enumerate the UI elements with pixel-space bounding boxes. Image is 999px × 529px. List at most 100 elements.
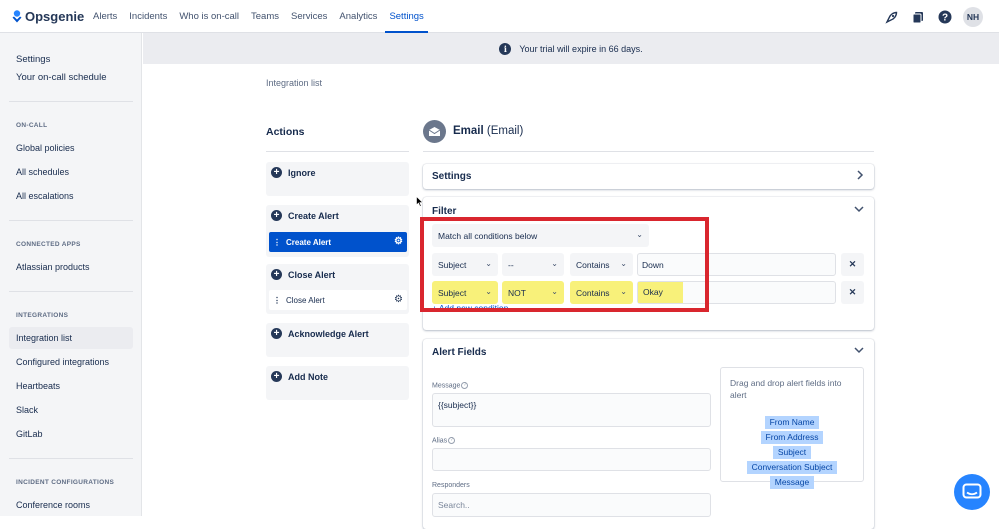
actions-divider bbox=[266, 151, 409, 152]
field-tag-from-name[interactable]: From Name bbox=[764, 416, 820, 429]
add-circle-icon: + bbox=[271, 269, 282, 280]
action-selected-close-alert[interactable]: ⋮ Close Alert ⚙ bbox=[269, 290, 407, 310]
sidebar-divider bbox=[9, 291, 133, 292]
alias-label: Alias? bbox=[432, 437, 456, 445]
help-icon[interactable]: ? bbox=[936, 8, 954, 26]
action-selected-create-alert[interactable]: ⋮ Create Alert ⚙ bbox=[269, 232, 407, 252]
user-avatar[interactable]: NH bbox=[963, 7, 983, 27]
sidebar-section-connected-apps: CONNECTED APPS bbox=[16, 241, 81, 248]
nav-incidents[interactable]: Incidents bbox=[123, 0, 173, 33]
nav-settings[interactable]: Settings bbox=[383, 0, 429, 33]
sidebar-item-slack[interactable]: Slack bbox=[16, 405, 38, 415]
nav-services[interactable]: Services bbox=[285, 0, 333, 33]
sidebar-divider bbox=[9, 220, 133, 221]
svg-text:?: ? bbox=[942, 13, 948, 24]
integration-divider bbox=[423, 151, 874, 152]
sidebar-divider bbox=[9, 101, 133, 102]
action-card-ignore[interactable]: + Ignore bbox=[266, 162, 409, 196]
mouse-cursor-icon bbox=[416, 196, 424, 207]
nav-links: Alerts Incidents Who is on-call Teams Se… bbox=[87, 0, 430, 33]
message-label: Message? bbox=[432, 382, 469, 390]
docs-icon[interactable] bbox=[909, 8, 927, 26]
chevron-down-icon[interactable] bbox=[854, 346, 864, 357]
sidebar-item-global-policies[interactable]: Global policies bbox=[16, 143, 75, 153]
sidebar-section-incident-configurations: INCIDENT CONFIGURATIONS bbox=[16, 479, 115, 486]
help-circle-icon[interactable]: ? bbox=[461, 382, 469, 389]
action-selected-label: Close Alert bbox=[286, 295, 325, 305]
nav-analytics[interactable]: Analytics bbox=[333, 0, 383, 33]
field-tag-message[interactable]: Message bbox=[769, 476, 815, 489]
action-card-title: Create Alert bbox=[288, 210, 339, 221]
action-card-title: Close Alert bbox=[288, 269, 336, 280]
draggable-fields: From Name From Address Subject Conversati… bbox=[730, 415, 854, 490]
opsgenie-logo[interactable]: Opsgenie bbox=[12, 9, 84, 24]
sidebar-item-configured-integrations[interactable]: Configured integrations bbox=[16, 357, 109, 367]
remove-condition-2-button[interactable]: ✕ bbox=[841, 281, 864, 304]
action-card-acknowledge-alert[interactable]: + Acknowledge Alert bbox=[266, 323, 409, 357]
message-textarea[interactable]: {{subject}} bbox=[432, 393, 711, 427]
gear-icon[interactable]: ⚙ bbox=[394, 236, 403, 247]
sidebar-section-on-call: ON-CALL bbox=[16, 122, 48, 129]
settings-sidebar: Settings Your on-call schedule ON-CALL G… bbox=[0, 33, 142, 516]
sidebar-item-all-schedules[interactable]: All schedules bbox=[16, 167, 69, 177]
email-integration-icon bbox=[423, 120, 446, 143]
field-tag-conversation-subject[interactable]: Conversation Subject bbox=[746, 461, 838, 474]
action-card-title: Ignore bbox=[288, 167, 316, 178]
filter-panel-title: Filter bbox=[432, 206, 457, 217]
remove-condition-1-button[interactable]: ✕ bbox=[841, 253, 864, 276]
action-card-add-note[interactable]: + Add Note bbox=[266, 366, 409, 400]
nav-who-is-on-call[interactable]: Who is on-call bbox=[173, 0, 245, 33]
chevron-right-icon[interactable] bbox=[856, 170, 864, 183]
drag-hint-text: Drag and drop alert fields into alert bbox=[730, 378, 842, 400]
drag-handle-icon[interactable]: ⋮ bbox=[273, 238, 281, 247]
rocket-icon[interactable] bbox=[882, 8, 900, 26]
message-label-text: Message bbox=[432, 382, 461, 390]
nav-alerts[interactable]: Alerts bbox=[87, 0, 123, 33]
sidebar-item-heartbeats[interactable]: Heartbeats bbox=[16, 381, 60, 391]
integration-type: (Email) bbox=[486, 125, 524, 137]
top-nav-icons: ? NH bbox=[882, 7, 983, 27]
drag-handle-icon[interactable]: ⋮ bbox=[273, 296, 281, 305]
alert-fields-title: Alert Fields bbox=[432, 347, 487, 358]
add-circle-icon: + bbox=[271, 167, 282, 178]
integration-name: Email bbox=[453, 125, 484, 137]
sidebar-item-atlassian-products[interactable]: Atlassian products bbox=[16, 262, 90, 272]
help-circle-icon[interactable]: ? bbox=[448, 437, 456, 444]
brand-name: Opsgenie bbox=[25, 9, 85, 24]
field-tag-subject[interactable]: Subject bbox=[772, 446, 812, 459]
sidebar-item-gitlab[interactable]: GitLab bbox=[16, 429, 43, 439]
top-navigation: Opsgenie Alerts Incidents Who is on-call… bbox=[0, 0, 999, 33]
responders-search-input[interactable]: Search.. bbox=[432, 493, 711, 517]
trial-banner-text: Your trial will expire in 66 days. bbox=[519, 43, 643, 54]
add-circle-icon: + bbox=[271, 210, 282, 221]
chat-widget-button[interactable] bbox=[954, 474, 990, 510]
nav-teams[interactable]: Teams bbox=[245, 0, 285, 33]
sidebar-section-integrations: INTEGRATIONS bbox=[16, 312, 69, 319]
gear-icon[interactable]: ⚙ bbox=[394, 294, 403, 305]
breadcrumb-integration-list[interactable]: Integration list bbox=[266, 78, 322, 88]
responders-label: Responders bbox=[432, 482, 470, 489]
info-icon: i bbox=[499, 42, 512, 55]
sidebar-item-all-escalations[interactable]: All escalations bbox=[16, 191, 74, 201]
actions-heading: Actions bbox=[266, 126, 305, 138]
action-card-close-alert[interactable]: + Close Alert ⋮ Close Alert ⚙ bbox=[266, 264, 409, 314]
settings-panel[interactable]: Settings bbox=[423, 164, 874, 189]
settings-panel-title: Settings bbox=[432, 171, 472, 182]
sidebar-item-on-call-schedule[interactable]: Your on-call schedule bbox=[16, 72, 107, 83]
chevron-down-icon[interactable] bbox=[854, 205, 864, 216]
add-circle-icon: + bbox=[271, 328, 282, 339]
action-card-title: Add Note bbox=[288, 371, 328, 382]
highlight-annotation-box bbox=[420, 217, 709, 312]
sidebar-item-integration-list[interactable]: Integration list bbox=[9, 327, 133, 349]
sidebar-item-conference-rooms[interactable]: Conference rooms bbox=[16, 500, 90, 510]
alias-label-text: Alias bbox=[432, 437, 448, 445]
drag-fields-box: Drag and drop alert fields into alert Fr… bbox=[720, 367, 864, 489]
alert-fields-panel: Alert Fields Message? {{subject}} Alias?… bbox=[423, 339, 874, 529]
action-selected-label: Create Alert bbox=[286, 237, 332, 247]
field-tag-from-address[interactable]: From Address bbox=[760, 431, 824, 444]
sidebar-divider bbox=[9, 458, 133, 459]
chat-icon bbox=[962, 483, 982, 499]
alias-input[interactable] bbox=[432, 448, 711, 471]
action-card-create-alert[interactable]: + Create Alert ⋮ Create Alert ⚙ bbox=[266, 205, 409, 257]
integration-title: Email (Email) bbox=[453, 125, 523, 137]
